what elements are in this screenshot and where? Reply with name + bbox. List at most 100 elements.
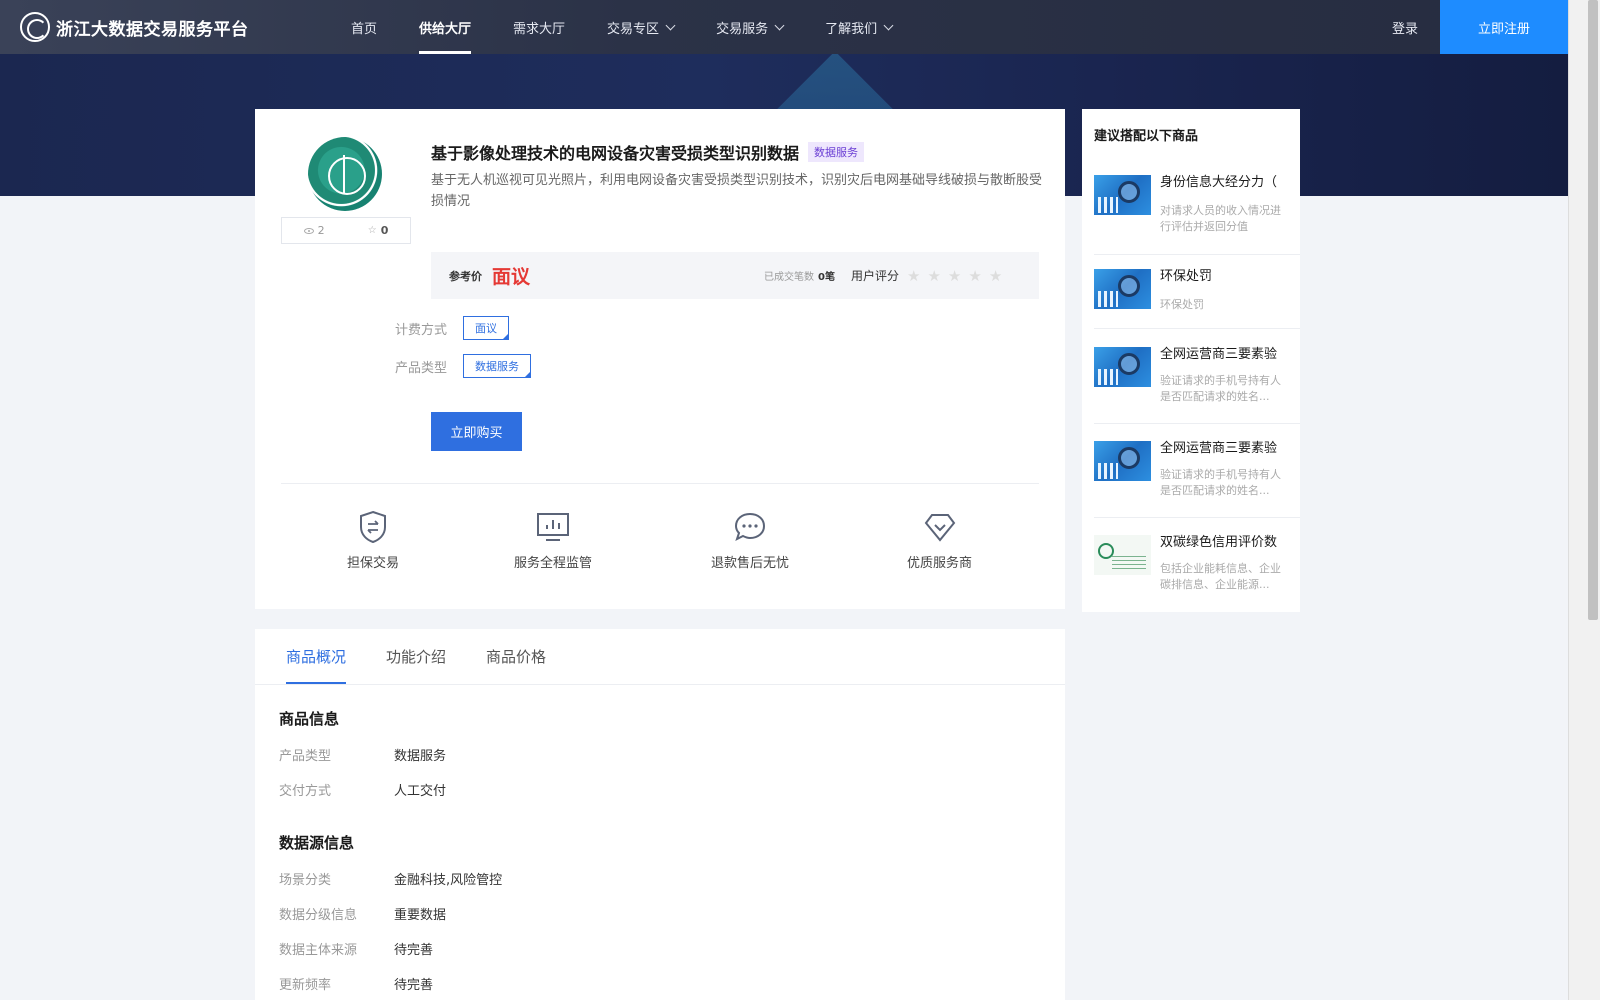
nav-demand-hall[interactable]: 需求大厅 xyxy=(492,0,586,54)
product-thumbnail xyxy=(1094,175,1151,215)
recommended-name: 身份信息大经分力（ xyxy=(1160,175,1278,190)
billing-option[interactable]: 面议 xyxy=(463,316,509,340)
star-icon: ★ xyxy=(927,266,941,285)
site-logo[interactable]: 浙江大数据交易服务平台 xyxy=(20,12,280,42)
recommended-desc: 对请求人员的收入情况进行评估并返回分值 xyxy=(1160,204,1281,233)
product-thumbnail xyxy=(1094,269,1151,309)
nav-about-us[interactable]: 了解我们 xyxy=(804,0,913,54)
detail-tabs: 商品概况 功能介绍 商品价格 xyxy=(286,629,546,684)
logo-icon xyxy=(20,12,50,42)
info-value: 待完善 xyxy=(394,943,434,958)
register-button[interactable]: 立即注册 xyxy=(1440,0,1568,54)
title-row: 基于影像处理技术的电网设备灾害受损类型识别数据 数据服务 xyxy=(431,140,865,164)
star-outline-icon: ☆ xyxy=(367,225,377,236)
nav-label: 交易服务 xyxy=(716,21,769,37)
nav-trade-zone[interactable]: 交易专区 xyxy=(586,0,695,54)
star-icon: ★ xyxy=(968,266,982,285)
diamond-icon xyxy=(922,509,958,545)
feature-label: 优质服务商 xyxy=(907,556,973,571)
star-icon: ★ xyxy=(907,266,921,285)
rating-label: 用户评分 xyxy=(851,269,900,283)
info-row: 数据主体来源 待完善 xyxy=(279,939,433,958)
product-thumbnail xyxy=(1094,535,1151,575)
chat-bubble-icon xyxy=(732,509,768,545)
recommended-desc: 环保处罚 xyxy=(1160,298,1204,311)
login-link[interactable]: 登录 xyxy=(1392,18,1418,37)
price-label: 参考价 xyxy=(449,269,482,283)
recommended-name: 双碳绿色信用评价数 xyxy=(1160,535,1278,550)
feature-label: 退款售后无忧 xyxy=(711,556,790,571)
info-key: 场景分类 xyxy=(279,873,332,888)
feature-guarantee: 担保交易 xyxy=(347,509,399,571)
info-row: 更新频率 待完善 xyxy=(279,974,433,993)
recommended-item[interactable]: 全网运营商三要素验 验证请求的手机号持有人是否匹配请求的姓名... xyxy=(1094,347,1300,424)
product-card: 2 ☆ 0 基于影像处理技术的电网设备灾害受损类型识别数据 数据服务 基于无人机巡… xyxy=(255,109,1065,609)
feature-refund: 退款售后无忧 xyxy=(711,509,789,571)
page-scrollbar[interactable] xyxy=(1568,0,1600,1000)
recommended-name: 全网运营商三要素验 xyxy=(1160,347,1278,362)
nav-home[interactable]: 首页 xyxy=(330,0,398,54)
info-row: 产品类型 数据服务 xyxy=(279,745,446,764)
deals-count: 已成交笔数 0笔 xyxy=(764,268,835,283)
feature-quality: 优质服务商 xyxy=(907,509,972,571)
nav-label: 交易专区 xyxy=(607,21,660,37)
rating-stars: ★ ★ ★ ★ ★ xyxy=(907,267,1002,285)
info-row: 场景分类 金融科技,风险管控 xyxy=(279,869,502,888)
billing-label: 计费方式 xyxy=(395,322,448,338)
chevron-down-icon xyxy=(665,20,676,30)
product-thumbnail xyxy=(1094,347,1151,387)
logo-text: 浙江大数据交易服务平台 xyxy=(56,19,249,40)
tab-divider xyxy=(255,684,1065,685)
category-label: 产品类型 xyxy=(395,360,448,376)
info-row: 数据分级信息 重要数据 xyxy=(279,904,446,923)
recommended-desc: 包括企业能耗信息、企业碳排信息、企业能源... xyxy=(1160,562,1281,591)
info-value: 金融科技,风险管控 xyxy=(394,873,503,888)
recommendation-panel: 建议搭配以下商品 身份信息大经分力（ 对请求人员的收入情况进行评估并返回分值 环… xyxy=(1082,109,1300,612)
provider-logo xyxy=(308,137,382,211)
product-type-tag: 数据服务 xyxy=(808,142,865,162)
deals-label: 已成交笔数 xyxy=(764,272,814,283)
recommended-item[interactable]: 双碳绿色信用评价数 包括企业能耗信息、企业碳排信息、企业能源... xyxy=(1094,535,1300,612)
info-key: 数据主体来源 xyxy=(279,943,358,958)
nav-trade-service[interactable]: 交易服务 xyxy=(695,0,804,54)
nav-label: 供给大厅 xyxy=(419,21,472,37)
recommendation-title: 建议搭配以下商品 xyxy=(1094,129,1199,144)
tab-pricing[interactable]: 商品价格 xyxy=(486,629,546,684)
section-title: 数据源信息 xyxy=(279,834,355,852)
star-icon: ★ xyxy=(947,266,962,285)
product-stats: 2 ☆ 0 xyxy=(281,217,411,244)
info-value: 待完善 xyxy=(394,978,434,993)
deals-value: 0笔 xyxy=(818,272,835,283)
feature-label: 服务全程监管 xyxy=(514,556,593,571)
category-row: 产品类型 数据服务 xyxy=(395,354,531,378)
nav-label: 需求大厅 xyxy=(513,21,566,37)
recommended-name: 全网运营商三要素验 xyxy=(1160,441,1278,456)
info-key: 数据分级信息 xyxy=(279,908,358,923)
chevron-down-icon xyxy=(883,20,894,30)
views-count: 2 xyxy=(317,224,325,237)
monitor-chart-icon xyxy=(535,509,571,545)
scrollbar-thumb[interactable] xyxy=(1588,0,1598,620)
favorites-stat[interactable]: ☆ 0 xyxy=(368,224,389,237)
info-value: 数据服务 xyxy=(394,749,447,764)
info-key: 产品类型 xyxy=(279,749,332,764)
tab-features[interactable]: 功能介绍 xyxy=(386,629,446,684)
recommended-desc: 验证请求的手机号持有人是否匹配请求的姓名... xyxy=(1160,374,1281,403)
feature-label: 担保交易 xyxy=(347,556,400,571)
shield-swap-icon xyxy=(355,509,391,545)
recommended-item[interactable]: 环保处罚 环保处罚 xyxy=(1094,269,1300,329)
info-value: 重要数据 xyxy=(394,908,447,923)
category-option[interactable]: 数据服务 xyxy=(463,354,531,378)
product-description: 基于无人机巡视可见光照片，利用电网设备灾害受损类型识别技术，识别灾后电网基础导线… xyxy=(431,173,1043,209)
nav-supply-hall[interactable]: 供给大厅 xyxy=(398,0,492,54)
divider xyxy=(281,483,1039,484)
buy-now-button[interactable]: 立即购买 xyxy=(431,412,522,451)
tab-overview[interactable]: 商品概况 xyxy=(286,629,347,684)
recommended-item[interactable]: 全网运营商三要素验 验证请求的手机号持有人是否匹配请求的姓名... xyxy=(1094,441,1300,518)
billing-row: 计费方式 面议 xyxy=(395,316,509,340)
info-key: 更新频率 xyxy=(279,978,332,993)
recommended-name: 环保处罚 xyxy=(1160,269,1213,284)
recommended-item[interactable]: 身份信息大经分力（ 对请求人员的收入情况进行评估并返回分值 xyxy=(1094,175,1300,255)
section-title: 商品信息 xyxy=(279,710,340,728)
price-value: 面议 xyxy=(492,266,531,288)
